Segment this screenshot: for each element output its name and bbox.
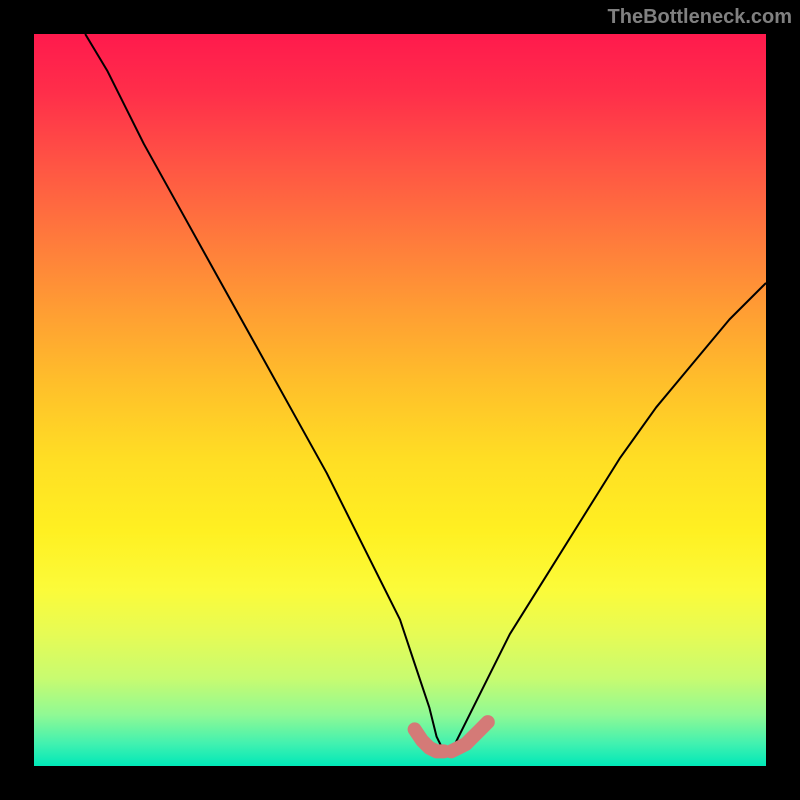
curve-layer [34, 34, 766, 766]
attribution-label: TheBottleneck.com [608, 6, 792, 29]
bottleneck-curve [85, 34, 766, 751]
highlight-region [415, 722, 488, 751]
chart-container: TheBottleneck.com [0, 0, 800, 800]
plot-area [34, 34, 766, 766]
